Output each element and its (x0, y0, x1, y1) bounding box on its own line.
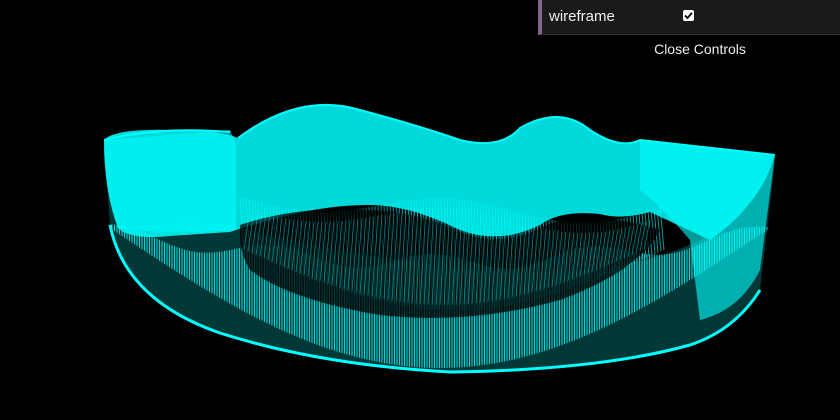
controls-panel: wireframe Close Controls (538, 0, 840, 63)
close-controls-button[interactable]: Close Controls (538, 35, 840, 63)
checkmark-icon (684, 12, 693, 20)
wireframe-control-row[interactable]: wireframe (538, 0, 840, 35)
wireframe-checkbox[interactable] (683, 10, 694, 21)
webgl-canvas[interactable] (0, 0, 840, 420)
mesh-left-block (104, 130, 236, 233)
wireframe-label: wireframe (549, 8, 615, 25)
wireframe-ring-mesh (103, 104, 776, 374)
